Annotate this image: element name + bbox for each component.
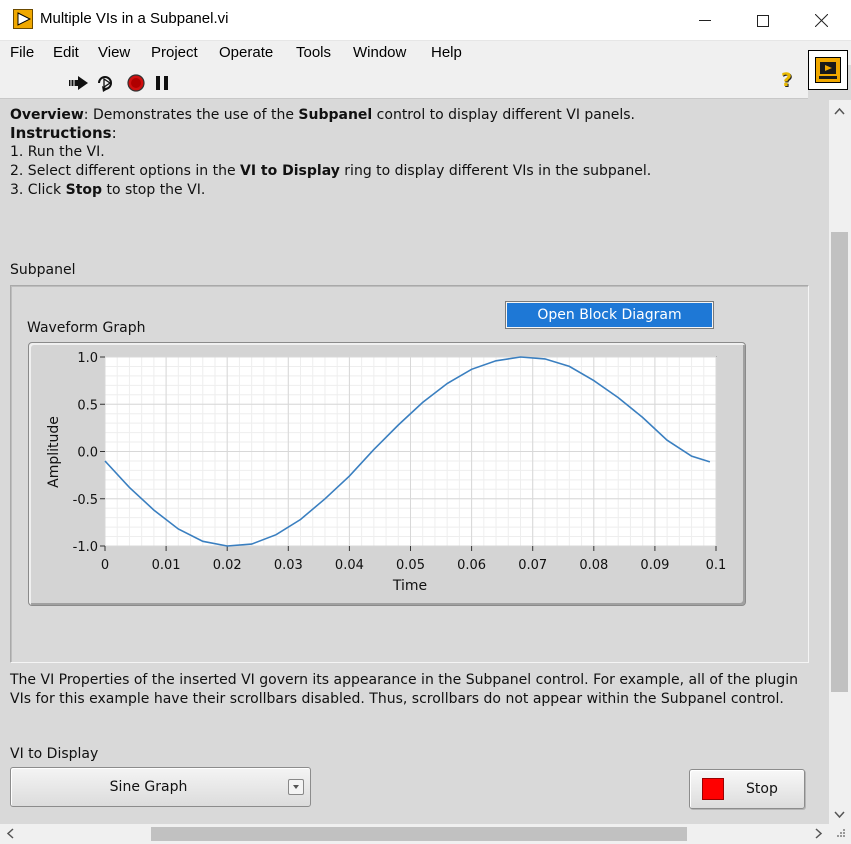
x-tick-label: 0.05 — [396, 558, 425, 573]
overview-rest: control to display different VI panels. — [372, 107, 635, 123]
x-tick-label: 0.04 — [335, 558, 364, 573]
scroll-up-icon[interactable] — [834, 104, 845, 118]
toolbar: ? — [0, 65, 808, 99]
stop-label: Stop — [746, 781, 778, 797]
vi-icon[interactable] — [808, 50, 848, 90]
x-tick-label: 0.02 — [213, 558, 242, 573]
menu-help[interactable]: Help — [431, 44, 462, 61]
menu-window[interactable]: Window — [353, 44, 406, 61]
overview-bold: Subpanel — [298, 107, 373, 123]
open-block-diagram-button[interactable]: Open Block Diagram — [505, 301, 714, 329]
step2-post: ring to display different VIs in the sub… — [339, 163, 652, 179]
y-tick-label: -0.5 — [73, 493, 98, 508]
stop-button[interactable]: Stop — [689, 769, 805, 809]
menu-file[interactable]: File — [10, 44, 34, 61]
pause-icon[interactable] — [154, 74, 170, 92]
note-line-1: The VI Properties of the inserted VI gov… — [10, 672, 799, 688]
x-tick-label: 0.01 — [152, 558, 181, 573]
y-tick-label: 1.0 — [77, 351, 98, 366]
horizontal-scroll-thumb[interactable] — [151, 827, 687, 841]
x-tick-label: 0 — [101, 558, 109, 573]
close-button[interactable] — [792, 0, 850, 41]
y-axis-label: Amplitude — [46, 416, 62, 488]
step3-post: to stop the VI. — [102, 182, 206, 198]
vertical-scrollbar[interactable] — [829, 100, 851, 824]
stop-led-icon — [702, 778, 724, 800]
x-tick-label: 0.06 — [457, 558, 486, 573]
horizontal-scrollbar[interactable] — [0, 824, 851, 844]
x-tick-label: 0.03 — [274, 558, 303, 573]
instruction-step-3: 3. Click Stop to stop the VI. — [10, 181, 205, 200]
vi-to-display-value: Sine Graph — [109, 779, 188, 795]
overview-label: Overview — [10, 107, 84, 123]
window-title: Multiple VIs in a Subpanel.vi — [40, 10, 229, 27]
step2-pre: 2. Select different options in the — [10, 163, 241, 179]
y-tick-label: 0.5 — [77, 398, 98, 413]
vertical-scroll-thumb[interactable] — [831, 232, 848, 692]
x-tick-label: 0.08 — [579, 558, 608, 573]
y-tick-label: -1.0 — [73, 540, 98, 555]
menu-edit[interactable]: Edit — [53, 44, 79, 61]
instructions-label: Instructions — [10, 124, 112, 142]
context-help-icon[interactable]: ? — [781, 69, 792, 91]
x-axis-label: Time — [392, 578, 427, 594]
menu-tools[interactable]: Tools — [296, 44, 331, 61]
x-tick-label: 0.09 — [640, 558, 669, 573]
x-tick-label: 0.1 — [706, 558, 727, 573]
resize-grip-icon[interactable] — [834, 828, 846, 843]
scroll-right-icon[interactable] — [815, 828, 823, 842]
title-bar: Multiple VIs in a Subpanel.vi — [0, 0, 851, 41]
maximize-button[interactable] — [734, 0, 792, 41]
x-tick-label: 0.07 — [518, 558, 547, 573]
minimize-button[interactable] — [676, 0, 734, 41]
step3-bold: Stop — [65, 182, 103, 198]
step2-bold: VI to Display — [240, 163, 340, 179]
menu-view[interactable]: View — [98, 44, 130, 61]
instruction-step-1: 1. Run the VI. — [10, 144, 105, 160]
waveform-graph-label: Waveform Graph — [27, 320, 146, 336]
scroll-left-icon[interactable] — [6, 828, 14, 842]
vi-to-display-ring[interactable]: Sine Graph — [10, 767, 311, 807]
menu-bar: File Edit View Project Operate Tools Win… — [0, 41, 851, 65]
scroll-down-icon[interactable] — [834, 808, 845, 822]
overview-body: : Demonstrates the use of the — [83, 107, 299, 123]
instructions-heading: Instructions: — [10, 124, 117, 143]
step3-pre: 3. Click — [10, 182, 66, 198]
ring-dropdown-icon[interactable] — [288, 779, 304, 795]
waveform-graph[interactable]: 0 0.01 0.02 0.03 0.04 0.05 0.06 0.07 0.08 0.09 0.1… — [28, 342, 746, 606]
note-line-2: VIs for this example have their scrollba… — [10, 691, 784, 707]
y-tick-label: 0.0 — [77, 446, 98, 461]
run-continuously-icon[interactable] — [95, 74, 117, 92]
instruction-step-2: 2. Select different options in the VI to… — [10, 162, 651, 181]
subpanel-label: Subpanel — [10, 262, 76, 278]
run-arrow-icon[interactable] — [68, 74, 90, 92]
overview-text: Overview: Demonstrates the use of the Su… — [10, 106, 635, 125]
instructions-colon: : — [111, 124, 117, 142]
menu-operate[interactable]: Operate — [219, 44, 273, 61]
menu-project[interactable]: Project — [151, 44, 198, 61]
abort-icon[interactable] — [126, 74, 146, 92]
vi-icon-graphic — [815, 57, 841, 83]
vi-to-display-label: VI to Display — [10, 746, 99, 762]
labview-app-icon — [13, 9, 33, 29]
